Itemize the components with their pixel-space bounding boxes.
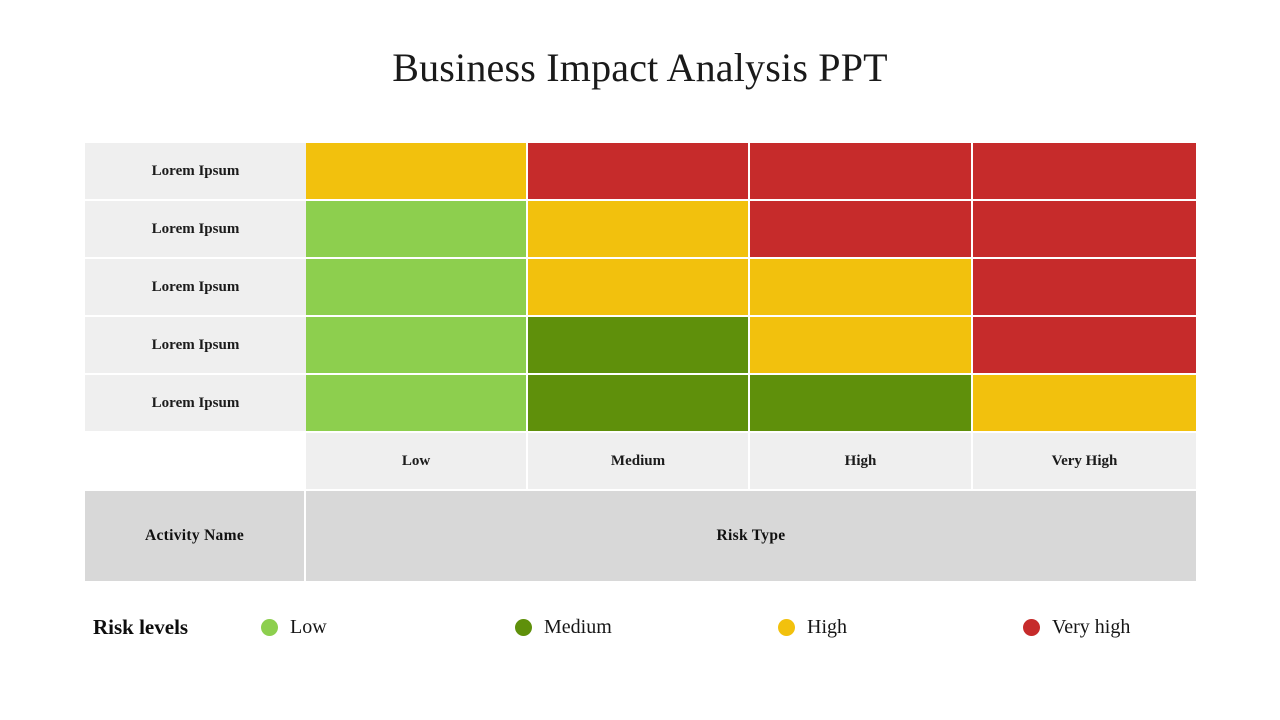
matrix-cell [750,259,973,317]
footer-risk-type: Risk Type [306,491,1196,581]
footer-activity-name: Activity Name [85,491,306,581]
legend-item-medium: Medium [515,616,612,639]
page-title: Business Impact Analysis PPT [392,45,888,90]
matrix-row-label: Lorem Ipsum [85,375,306,433]
matrix-cell [306,317,528,375]
matrix-cell [973,201,1196,259]
legend-item-low: Low [261,616,327,639]
matrix-cell [750,375,973,433]
matrix-cell [528,259,750,317]
legend-dot-high-icon [778,619,795,636]
matrix-cell [528,143,750,201]
matrix-cell [750,143,973,201]
matrix-cell [306,259,528,317]
risk-matrix-grid: Lorem Ipsum Lorem Ipsum Lorem Ipsum Lorem I… [85,143,1196,583]
matrix-column-header: High [750,433,973,491]
matrix-cell [528,201,750,259]
matrix-cell [750,317,973,375]
matrix-cell [973,317,1196,375]
matrix-row-label: Lorem Ipsum [85,143,306,201]
matrix-row-label: Lorem Ipsum [85,317,306,375]
legend-label-medium: Medium [544,616,612,638]
legend-item-very-high: Very high [1023,616,1130,639]
matrix-cell [306,201,528,259]
legend-label-very-high: Very high [1052,616,1131,638]
matrix-cell [528,375,750,433]
legend-item-high: High [778,616,847,639]
matrix-cell [973,259,1196,317]
legend-label-high: High [807,616,847,638]
matrix-column-header: Low [306,433,528,491]
legend-label-low: Low [290,616,327,638]
matrix-cell [306,375,528,433]
risk-matrix: Lorem Ipsum Lorem Ipsum Lorem Ipsum Lorem I… [85,143,1196,583]
matrix-column-header: Very High [973,433,1196,491]
matrix-cell [973,375,1196,433]
matrix-cell [306,143,528,201]
matrix-row-label: Lorem Ipsum [85,201,306,259]
legend-dot-low-icon [261,619,278,636]
matrix-header-spacer [85,433,306,491]
legend-dot-very-high-icon [1023,619,1040,636]
legend-title: Risk levels [93,615,189,639]
risk-legend: Risk levels Low Medium High Very high [93,612,1193,650]
matrix-column-header: Medium [528,433,750,491]
legend-dot-medium-icon [515,619,532,636]
matrix-cell [750,201,973,259]
matrix-cell [973,143,1196,201]
matrix-row-label: Lorem Ipsum [85,259,306,317]
matrix-cell [528,317,750,375]
